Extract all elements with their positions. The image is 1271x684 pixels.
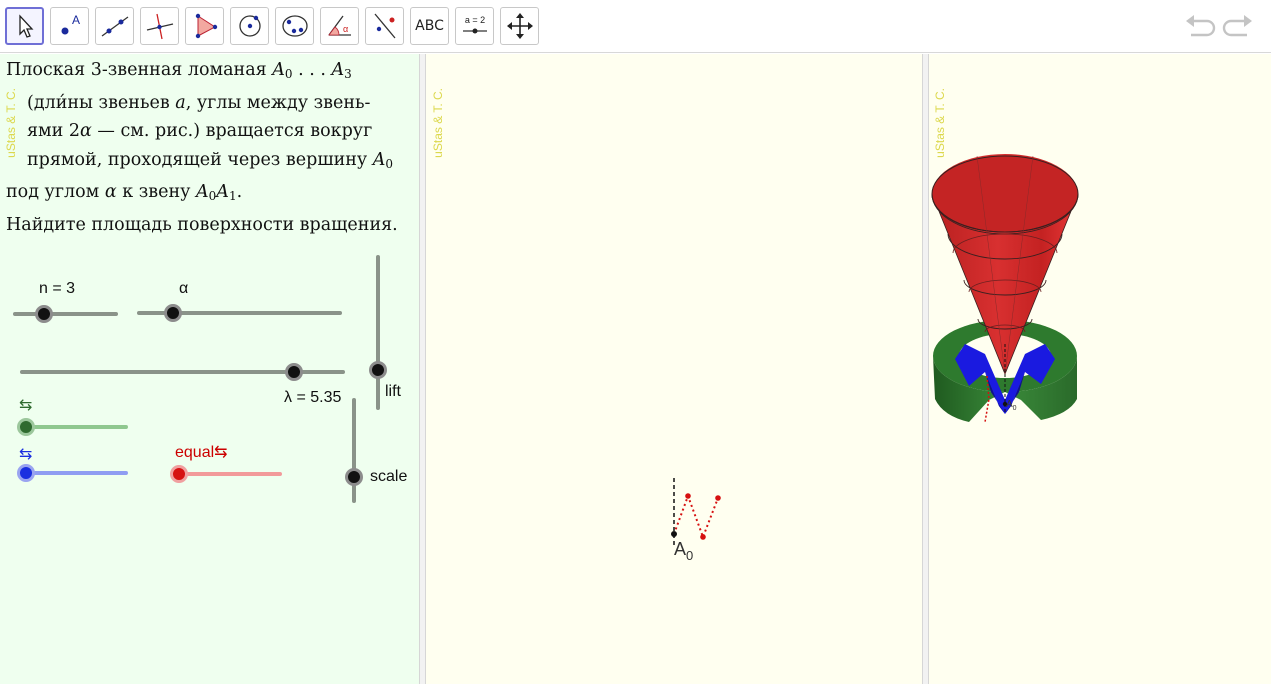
slider-tool-label: a = 2 (464, 15, 484, 25)
problem-line-5: под углом α к звену A0A1. (6, 182, 243, 204)
polyline-path (673, 493, 719, 540)
point-icon: A (61, 13, 80, 35)
lift-slider-label: lift (385, 383, 401, 400)
move-arrows-icon (506, 13, 533, 39)
n-slider-track[interactable] (13, 312, 118, 316)
slider-icon: a = 2 (462, 15, 487, 34)
slider-tool-button[interactable]: a = 2 (455, 7, 494, 45)
lambda-slider-label: λ = 5.35 (284, 389, 342, 406)
circle-tool-button[interactable] (230, 7, 269, 45)
problem-line-3: ями 2α — см. рис.) вращается вокруг (27, 121, 373, 142)
vertex-a1[interactable] (685, 493, 691, 499)
polygon-tool-button[interactable] (185, 7, 224, 45)
graphics-2d-view[interactable]: uStas & T. C. A0 (426, 54, 922, 684)
equal-slider-knob[interactable] (170, 465, 188, 483)
problem-text: Плоская 3-звенная ломаная A0 . . . A3 (д… (6, 56, 416, 240)
scale-slider-track[interactable] (352, 398, 356, 503)
panel-divider-right[interactable] (922, 54, 929, 684)
reflect-tool-button[interactable] (365, 7, 404, 45)
lift-slider-knob[interactable] (369, 361, 387, 379)
n-slider-knob[interactable] (35, 305, 53, 323)
ellipse-icon (281, 15, 308, 37)
equal-slider-label: equal⇆ (175, 444, 228, 461)
line-icon (101, 16, 128, 37)
redo-icon (1222, 15, 1252, 37)
angle-tool-button[interactable]: α (320, 7, 359, 45)
perpendicular-tool-button[interactable] (140, 7, 179, 45)
undo-button[interactable] (1183, 12, 1217, 40)
blue-slider-knob[interactable] (17, 464, 35, 482)
move-tool-button[interactable] (5, 7, 44, 45)
panel-divider-left[interactable] (419, 54, 426, 684)
triangle-icon (195, 13, 217, 39)
equal-slider-track[interactable] (174, 472, 282, 476)
line-tool-button[interactable] (95, 7, 134, 45)
text-tool-button[interactable]: ABC (410, 7, 449, 45)
green-slider-track[interactable] (21, 425, 128, 429)
point-tool-button[interactable]: A (50, 7, 89, 45)
problem-line-6: Найдите площадь поверхности вращения. (6, 214, 398, 235)
lambda-slider-knob[interactable] (285, 363, 303, 381)
scale-slider-label: scale (370, 468, 408, 485)
redo-button[interactable] (1221, 12, 1255, 40)
reflect-icon (374, 13, 395, 39)
blue-slider-track[interactable] (21, 471, 128, 475)
graphics-3d-view[interactable]: uStas & T. C. A0 (929, 54, 1271, 684)
toolbar: A α ABC a = 2 (0, 0, 1271, 53)
geogebra-app: A α ABC a = 2 uStas & T. C. Плоская 3-зв… (0, 0, 1271, 684)
angle-icon: α (327, 15, 351, 36)
graphics-3d-canvas: A0 (931, 154, 1079, 423)
vertex-a3[interactable] (715, 495, 721, 501)
problem-line-4: прямой, проходящей через вершину A0 (27, 149, 394, 171)
undo-icon (1186, 15, 1216, 37)
point-a0[interactable] (671, 531, 677, 537)
graphics-2d-canvas: A0 (671, 478, 721, 563)
pointer-arrow-icon (18, 14, 33, 38)
green-slider-knob[interactable] (17, 418, 35, 436)
n-slider-label: n = 3 (39, 280, 76, 297)
text-icon: ABC (415, 18, 444, 34)
point-tool-label: A (72, 13, 80, 27)
blue-slider-arrow: ⇆ (19, 444, 33, 463)
problem-line-1: Плоская 3-звенная ломаная A0 . . . A3 (6, 60, 352, 81)
angle-tool-label: α (343, 24, 348, 34)
alpha-slider-knob[interactable] (164, 304, 182, 322)
problem-line-2: (дли́ны звеньев a, углы между звень- (27, 92, 371, 113)
move-graphics-tool-button[interactable] (500, 7, 539, 45)
perpendicular-line-icon (146, 13, 173, 40)
vertex-a2[interactable] (700, 534, 706, 540)
circle-icon (238, 15, 261, 37)
lift-slider-track[interactable] (376, 255, 380, 410)
algebra-panel: uStas & T. C. Плоская 3-звенная ломаная … (0, 54, 419, 684)
green-slider-arrow: ⇆ (19, 395, 33, 414)
conic-tool-button[interactable] (275, 7, 314, 45)
alpha-slider-label: α (179, 280, 189, 297)
scale-slider-knob[interactable] (345, 468, 363, 486)
point-a0-label: A0 (674, 539, 693, 563)
